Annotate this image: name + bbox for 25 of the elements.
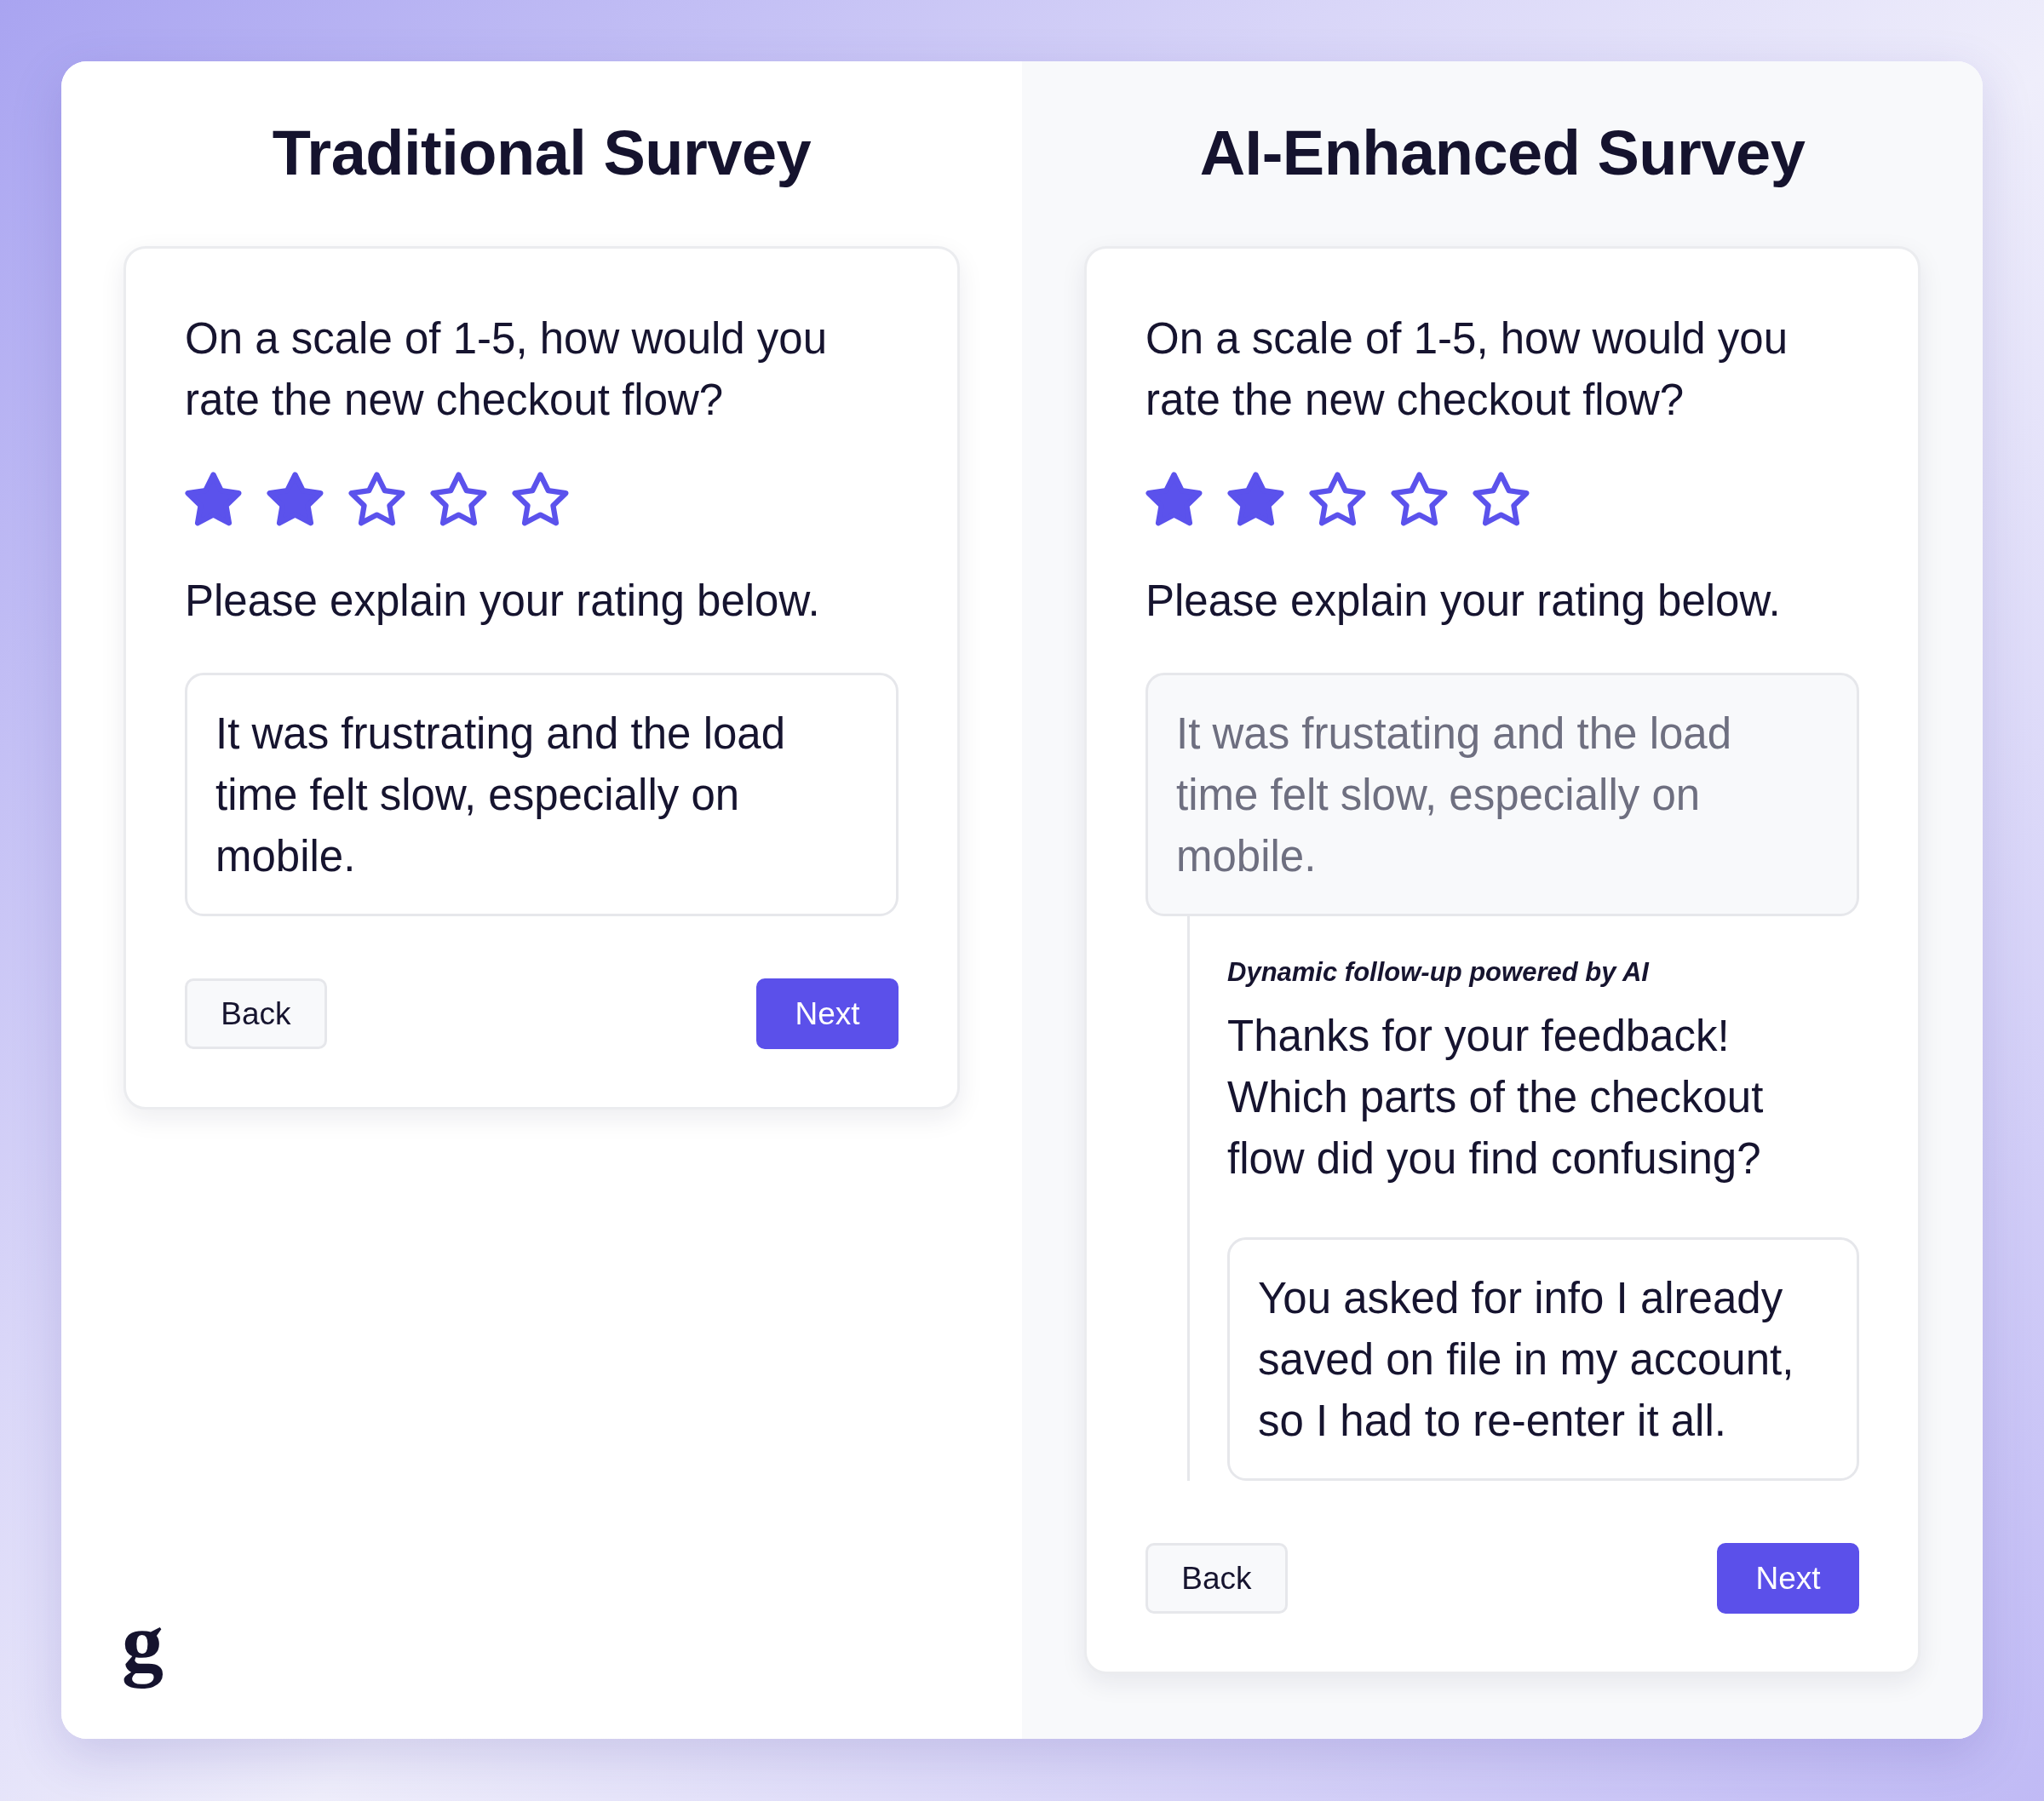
follow-up-question: Thanks for your feedback! Which parts of the checkout flow did you find confusing? [1227,1011,1765,1184]
answer-field[interactable]: You asked for info I already saved on file in my account, so I had to re-enter it all. [1227,1237,1859,1481]
star-icon[interactable] [1227,472,1284,526]
star-icon[interactable] [1309,472,1366,526]
next-button[interactable]: Next [756,978,899,1049]
panel-title: Traditional Survey [271,117,812,190]
prompt-text: Please explain your rating below. [185,576,821,627]
back-button[interactable]: Back [185,978,327,1049]
answer-field[interactable]: It was frustrating and the load time felt slow, especially on mobile. [185,673,899,916]
next-button[interactable]: Next [1717,1543,1859,1614]
star-icon[interactable] [1473,472,1530,526]
star-icon[interactable] [348,472,405,526]
star-icon[interactable] [430,472,487,526]
star-icon[interactable] [267,472,324,526]
panel-title: AI-Enhanced Survey [1198,117,1806,190]
logo: g [122,1596,164,1691]
star-icon[interactable] [512,472,569,526]
star-icon[interactable] [185,472,242,526]
star-icon[interactable] [1145,472,1203,526]
back-button[interactable]: Back [1145,1543,1288,1614]
follow-up-caption: Dynamic follow-up powered by AI [1227,956,1651,989]
star-icon[interactable] [1391,472,1448,526]
prompt-text: Please explain your rating below. [1145,576,1782,627]
question-text: On a scale of 1-5, how would you rate the new checkout flow? [1145,313,1789,426]
question-text: On a scale of 1-5, how would you rate the new checkout flow? [185,313,829,426]
